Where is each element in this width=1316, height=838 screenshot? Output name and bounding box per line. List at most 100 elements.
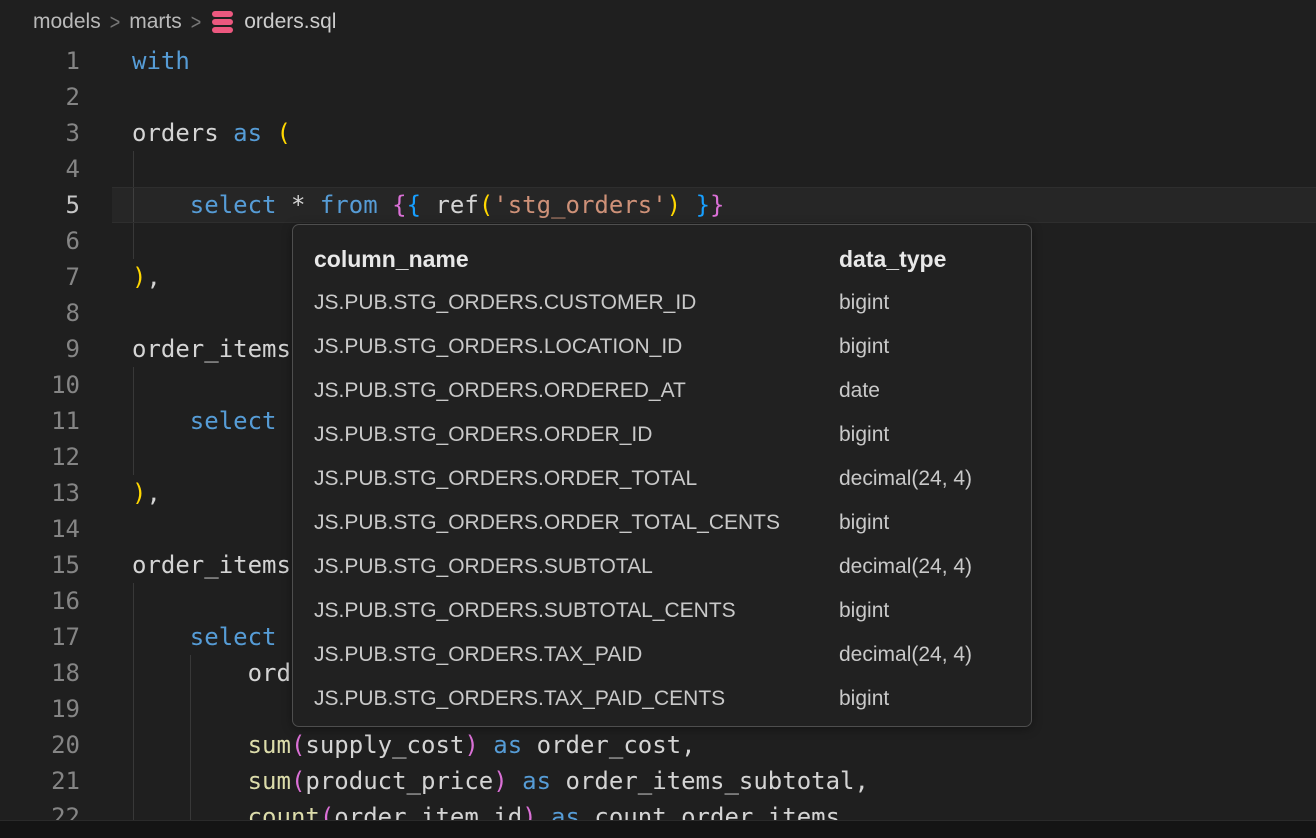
line-number[interactable]: 14 xyxy=(0,511,80,547)
code-token: order_items xyxy=(132,551,291,579)
data-type-cell: decimal(24, 4) xyxy=(839,545,1031,589)
code-token: } xyxy=(696,191,710,219)
line-number[interactable]: 7 xyxy=(0,259,80,295)
code-token: as xyxy=(522,767,551,795)
code-line[interactable]: 5 select * from {{ ref('stg_orders') }} xyxy=(0,187,1316,223)
breadcrumb: models > marts > orders.sql xyxy=(33,0,336,44)
popup-header-row: column_name data_type xyxy=(314,237,1031,281)
code-line[interactable]: 2 xyxy=(0,79,1316,115)
column-name-cell: JS.PUB.STG_ORDERS.ORDER_TOTAL xyxy=(314,457,839,501)
code-token: sum xyxy=(248,767,291,795)
code-token xyxy=(305,191,319,219)
line-number[interactable]: 13 xyxy=(0,475,80,511)
data-type-cell: decimal(24, 4) xyxy=(839,457,1031,501)
code-token xyxy=(132,191,190,219)
code-line[interactable]: 4 xyxy=(0,151,1316,187)
code-token xyxy=(132,731,248,759)
line-number[interactable]: 19 xyxy=(0,691,80,727)
column-name-cell: JS.PUB.STG_ORDERS.SUBTOTAL xyxy=(314,545,839,589)
code-token: ) xyxy=(132,263,146,291)
column-row: JS.PUB.STG_ORDERS.ORDERED_ATdate xyxy=(314,369,1031,413)
data-type-cell: bigint xyxy=(839,589,1031,633)
data-type-cell: bigint xyxy=(839,281,1031,325)
code-text: ord xyxy=(132,655,291,691)
line-number[interactable]: 8 xyxy=(0,295,80,331)
code-token: as xyxy=(233,119,262,147)
code-token xyxy=(421,191,435,219)
code-text: select xyxy=(132,619,277,655)
data-type-cell: bigint xyxy=(839,413,1031,457)
code-token: supply_cost xyxy=(305,731,464,759)
line-number[interactable]: 16 xyxy=(0,583,80,619)
column-name-cell: JS.PUB.STG_ORDERS.ORDERED_AT xyxy=(314,369,839,413)
code-token: } xyxy=(710,191,724,219)
code-token: , xyxy=(146,263,160,291)
code-token: { xyxy=(392,191,406,219)
code-line[interactable]: 3 orders as ( xyxy=(0,115,1316,151)
line-number[interactable]: 1 xyxy=(0,43,80,79)
column-row: JS.PUB.STG_ORDERS.ORDER_IDbigint xyxy=(314,413,1031,457)
breadcrumb-item-file[interactable]: orders.sql xyxy=(244,10,336,34)
code-token: order_cost, xyxy=(537,731,696,759)
popup-header-column-name: column_name xyxy=(314,237,839,281)
code-token: select xyxy=(190,623,277,651)
line-number[interactable]: 4 xyxy=(0,151,80,187)
code-token: ref xyxy=(435,191,478,219)
line-number[interactable]: 12 xyxy=(0,439,80,475)
column-name-cell: JS.PUB.STG_ORDERS.TAX_PAID xyxy=(314,633,839,677)
line-number[interactable]: 6 xyxy=(0,223,80,259)
code-token: ) xyxy=(464,731,478,759)
line-number[interactable]: 10 xyxy=(0,367,80,403)
line-number[interactable]: 3 xyxy=(0,115,80,151)
code-token xyxy=(262,119,276,147)
code-text: orders as ( xyxy=(132,115,291,151)
line-number[interactable]: 11 xyxy=(0,403,80,439)
column-name-cell: JS.PUB.STG_ORDERS.TAX_PAID_CENTS xyxy=(314,677,839,721)
code-token: , xyxy=(146,479,160,507)
code-line[interactable]: 21 sum(product_price) as order_items_sub… xyxy=(0,763,1316,799)
column-row: JS.PUB.STG_ORDERS.LOCATION_IDbigint xyxy=(314,325,1031,369)
line-number[interactable]: 15 xyxy=(0,547,80,583)
data-type-cell: date xyxy=(839,369,1031,413)
line-number[interactable]: 9 xyxy=(0,331,80,367)
code-token: ord xyxy=(248,659,291,687)
code-token: as xyxy=(493,731,522,759)
code-token: with xyxy=(132,47,190,75)
column-row: JS.PUB.STG_ORDERS.SUBTOTAL_CENTSbigint xyxy=(314,589,1031,633)
code-token: from xyxy=(320,191,378,219)
popup-rows: JS.PUB.STG_ORDERS.CUSTOMER_IDbigintJS.PU… xyxy=(314,281,1031,721)
code-token: select xyxy=(190,191,277,219)
code-text: with xyxy=(132,43,190,79)
line-number[interactable]: 20 xyxy=(0,727,80,763)
code-text: select * from {{ ref('stg_orders') }} xyxy=(132,187,724,223)
breadcrumb-item-models[interactable]: models xyxy=(33,10,101,34)
chevron-right-icon: > xyxy=(110,9,121,35)
code-line[interactable]: 20 sum(supply_cost) as order_cost, xyxy=(0,727,1316,763)
code-text: order_items xyxy=(132,331,291,367)
code-token: sum xyxy=(248,731,291,759)
line-number[interactable]: 17 xyxy=(0,619,80,655)
column-row: JS.PUB.STG_ORDERS.ORDER_TOTAL_CENTSbigin… xyxy=(314,501,1031,545)
code-token: { xyxy=(407,191,421,219)
data-type-cell: bigint xyxy=(839,677,1031,721)
code-token xyxy=(132,659,248,687)
code-text: sum(product_price) as order_items_subtot… xyxy=(132,763,869,799)
code-token: order_items_subtotal, xyxy=(566,767,869,795)
code-token xyxy=(132,623,190,651)
line-number[interactable]: 21 xyxy=(0,763,80,799)
column-name-cell: JS.PUB.STG_ORDERS.LOCATION_ID xyxy=(314,325,839,369)
breadcrumb-item-marts[interactable]: marts xyxy=(129,10,182,34)
code-line[interactable]: 1 with xyxy=(0,43,1316,79)
column-row: JS.PUB.STG_ORDERS.SUBTOTALdecimal(24, 4) xyxy=(314,545,1031,589)
chevron-right-icon: > xyxy=(191,9,202,35)
line-number[interactable]: 18 xyxy=(0,655,80,691)
line-number[interactable]: 5 xyxy=(0,187,80,223)
code-token xyxy=(551,767,565,795)
code-text: select xyxy=(132,403,277,439)
database-icon xyxy=(212,11,233,33)
code-token: ) xyxy=(493,767,507,795)
code-token xyxy=(522,731,536,759)
line-number[interactable]: 2 xyxy=(0,79,80,115)
column-row: JS.PUB.STG_ORDERS.ORDER_TOTALdecimal(24,… xyxy=(314,457,1031,501)
code-token xyxy=(378,191,392,219)
